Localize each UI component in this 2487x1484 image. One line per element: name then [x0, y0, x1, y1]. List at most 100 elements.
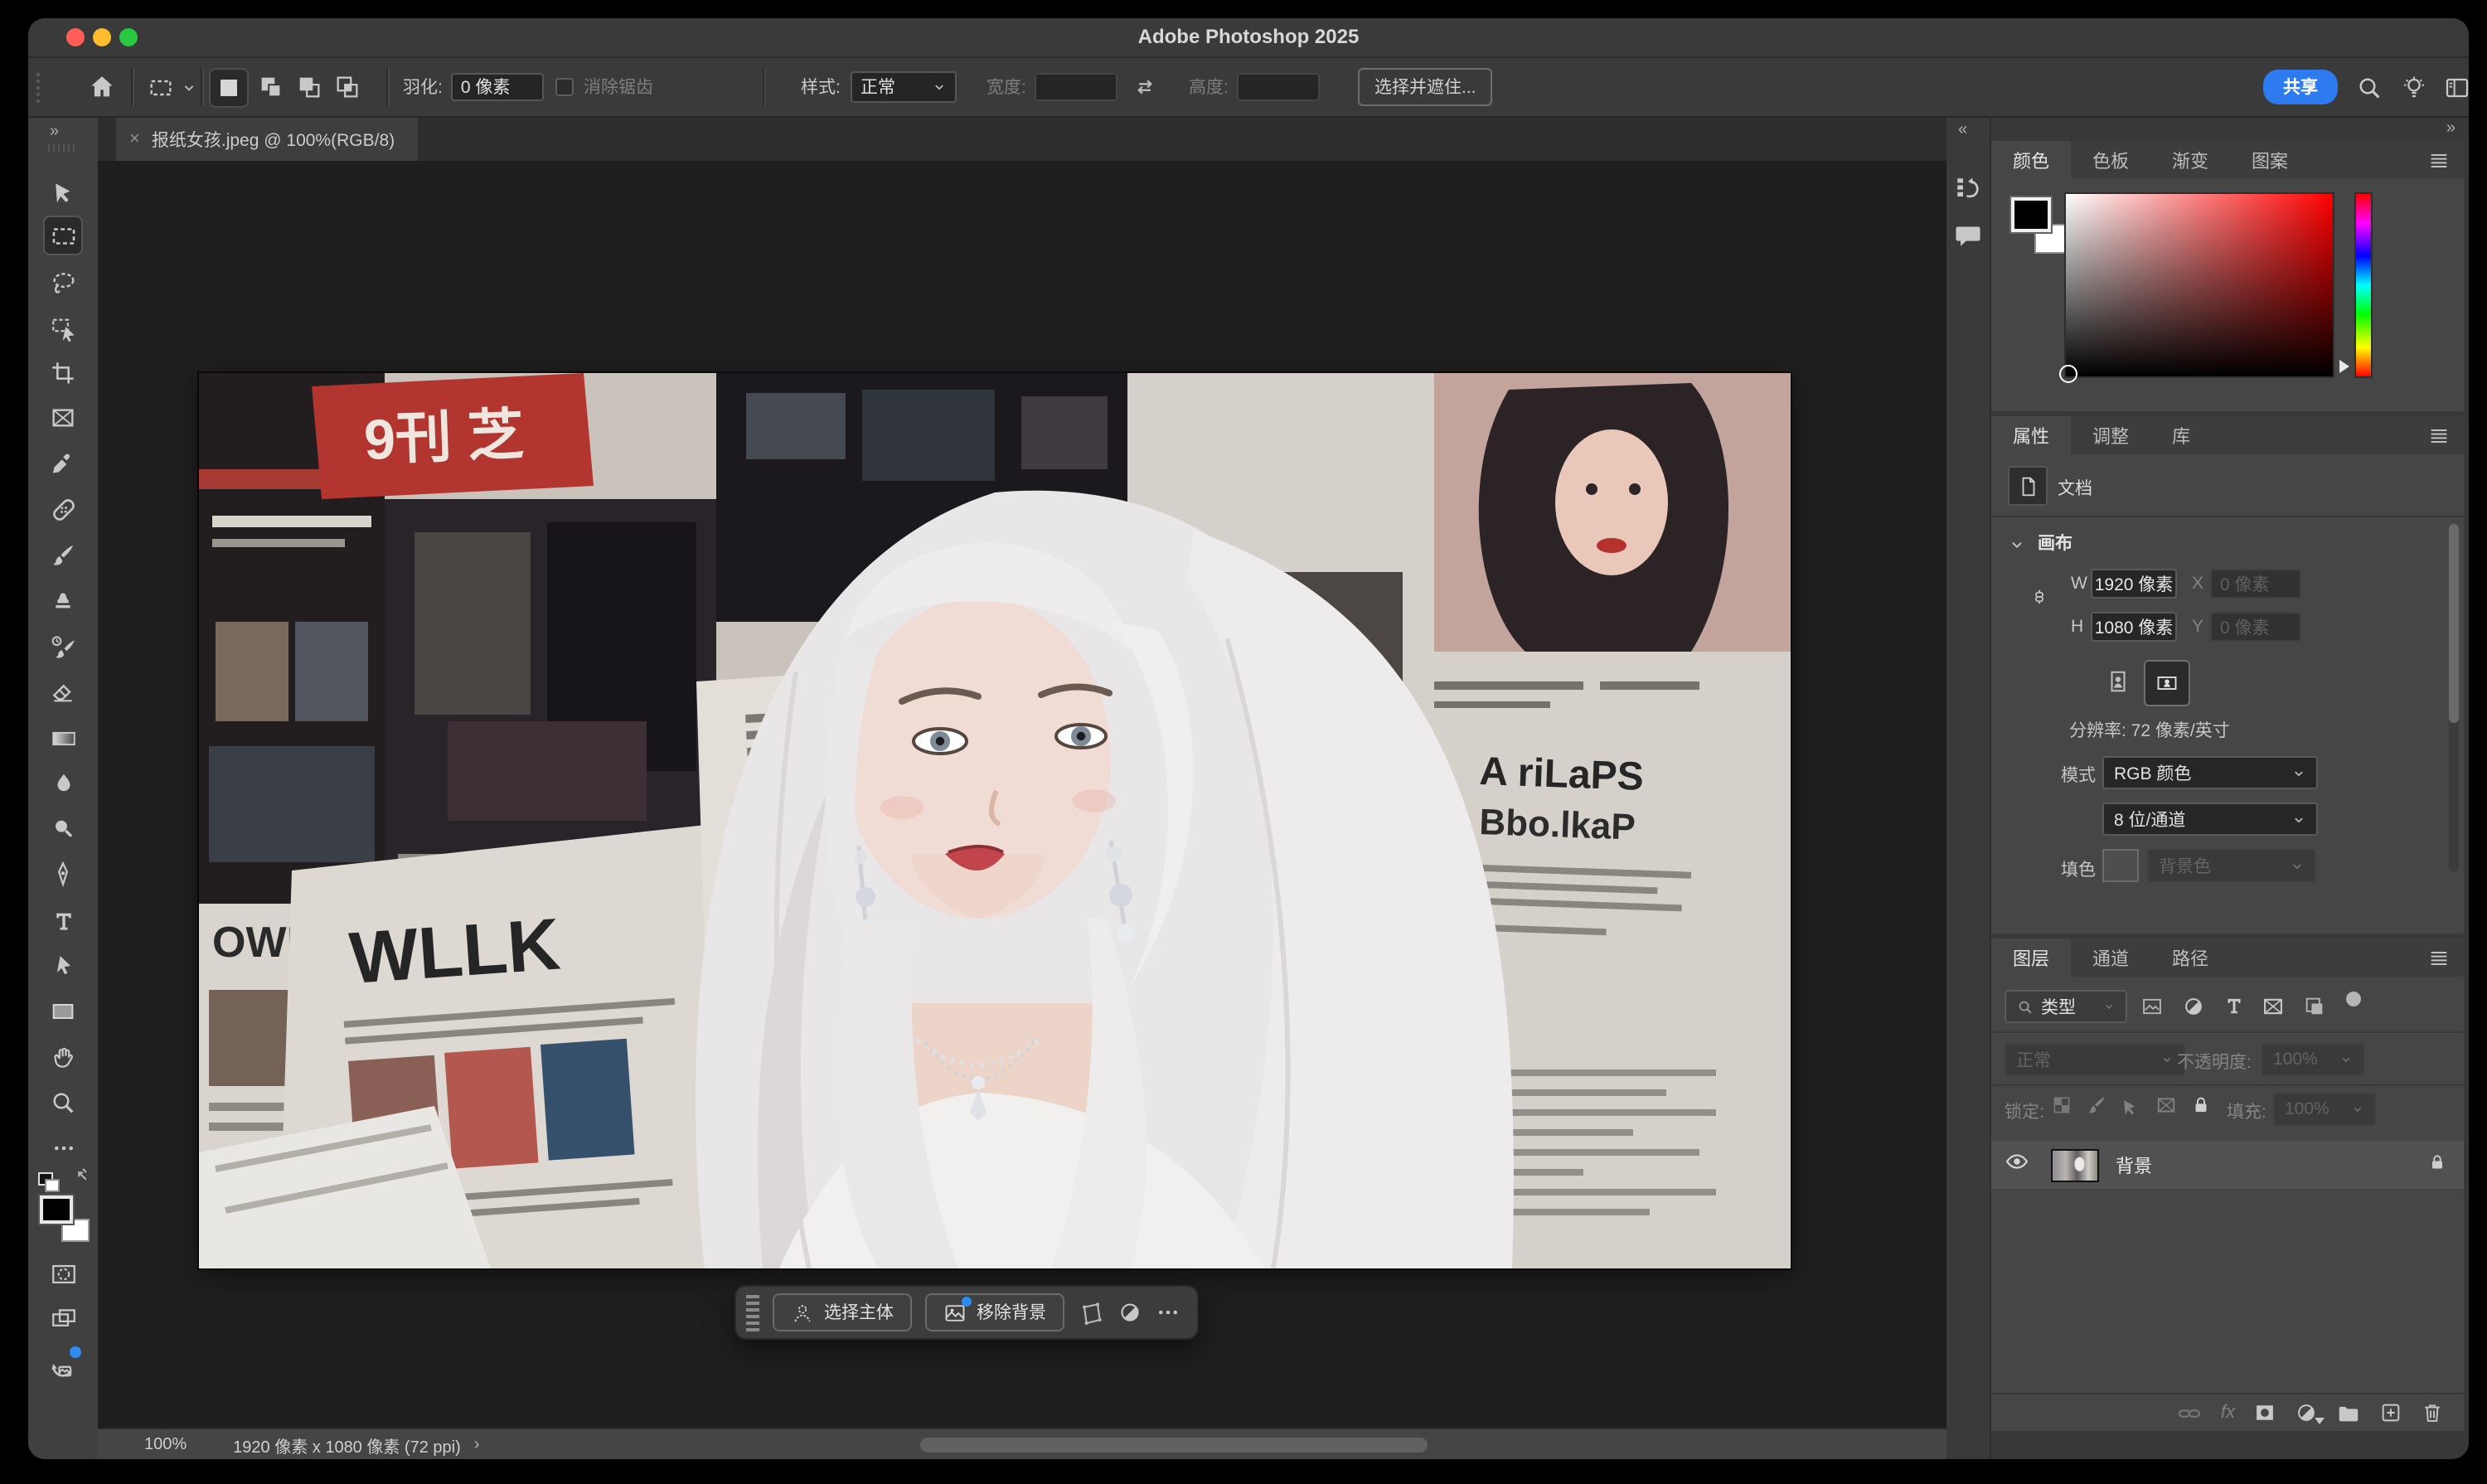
new-group-icon[interactable]: [2336, 1400, 2361, 1425]
style-dropdown[interactable]: 正常: [851, 71, 957, 103]
link-dimensions-icon[interactable]: [2028, 585, 2051, 617]
rotate-view-tool[interactable]: [45, 1348, 81, 1385]
tool-preset-marquee[interactable]: [148, 58, 197, 116]
lock-pixels-icon[interactable]: [2086, 1094, 2107, 1124]
add-layer-mask-icon[interactable]: [2253, 1401, 2276, 1424]
canvas-fill-swatch[interactable]: [2102, 849, 2139, 882]
canvas-x-input[interactable]: 0 像素: [2210, 569, 2301, 599]
healing-brush-tool[interactable]: [45, 491, 81, 527]
canvas-area[interactable]: OWH W 9刊 芝: [98, 161, 1981, 1429]
status-chevron-icon[interactable]: ›: [474, 1435, 480, 1453]
dock-expand-chevrons[interactable]: «: [1958, 121, 1966, 139]
swap-colors-icon[interactable]: [65, 1167, 86, 1197]
filter-type-icon[interactable]: [2223, 995, 2245, 1025]
home-button[interactable]: [88, 58, 116, 116]
eraser-tool[interactable]: [45, 673, 81, 710]
hue-slider-marker[interactable]: [2339, 360, 2349, 373]
lock-artboard-icon[interactable]: [2155, 1094, 2177, 1124]
clone-stamp-tool[interactable]: [45, 582, 81, 618]
history-panel-icon[interactable]: [1953, 174, 1983, 212]
anti-alias-checkbox[interactable]: [555, 78, 574, 96]
search-icon[interactable]: [2356, 58, 2383, 116]
tab-libraries[interactable]: 库: [2150, 416, 2212, 454]
filter-toggle-icon[interactable]: [2346, 992, 2361, 1006]
width-input[interactable]: [1035, 73, 1117, 101]
toolbar-expand-chevrons[interactable]: »: [50, 123, 57, 141]
tab-layers[interactable]: 图层: [1991, 938, 2071, 977]
subtract-from-selection-button[interactable]: [295, 73, 323, 101]
adjustment-icon[interactable]: [1117, 1300, 1142, 1325]
canvas-y-input[interactable]: 0 像素: [2210, 612, 2301, 642]
zoom-level-field[interactable]: 100%: [144, 1435, 187, 1453]
link-layers-icon[interactable]: [2178, 1400, 2203, 1425]
filter-smart-object-icon[interactable]: [2303, 995, 2326, 1026]
workspace-switcher[interactable]: [2444, 58, 2469, 116]
panel-menu-icon[interactable]: [2427, 149, 2451, 181]
lasso-tool[interactable]: [45, 264, 81, 300]
swap-dimensions-button[interactable]: [1132, 58, 1157, 116]
layer-style-fx-icon[interactable]: fx: [2221, 1403, 2235, 1423]
dock-collapse-chevrons[interactable]: »: [2446, 119, 2454, 138]
history-brush-tool[interactable]: [45, 628, 81, 665]
move-tool[interactable]: [45, 172, 81, 209]
canvas-fill-dropdown[interactable]: 背景色: [2147, 849, 2316, 882]
new-selection-button[interactable]: [211, 69, 247, 105]
path-selection-tool[interactable]: [45, 947, 81, 983]
layer-filter-type-dropdown[interactable]: 类型: [2005, 990, 2127, 1023]
hue-slider[interactable]: [2354, 192, 2373, 378]
gradient-tool[interactable]: [45, 720, 81, 756]
tab-paths[interactable]: 路径: [2150, 938, 2230, 977]
color-mode-dropdown[interactable]: RGB 颜色: [2102, 756, 2318, 789]
color-picker-field[interactable]: [2064, 192, 2334, 378]
rectangle-tool[interactable]: [45, 993, 81, 1030]
dodge-tool[interactable]: [45, 811, 81, 847]
orientation-portrait-button[interactable]: [2101, 662, 2134, 701]
tab-gradients[interactable]: 渐变: [2150, 141, 2230, 179]
lock-position-icon[interactable]: [2121, 1094, 2142, 1124]
panel-menu-icon[interactable]: [2427, 424, 2451, 456]
properties-scrollbar-thumb[interactable]: [2449, 524, 2459, 723]
tab-properties[interactable]: 属性: [1991, 416, 2071, 454]
canvas-section-header[interactable]: 画布: [2038, 531, 2072, 555]
horizontal-scrollbar-thumb[interactable]: [920, 1437, 1428, 1452]
discover-lightbulb-icon[interactable]: [2401, 58, 2427, 116]
properties-scrollbar[interactable]: [2449, 524, 2459, 872]
canvas-width-input[interactable]: 1920 像素: [2091, 569, 2177, 599]
height-input[interactable]: [1237, 73, 1320, 101]
brush-tool[interactable]: [45, 537, 81, 574]
lock-transparent-icon[interactable]: [2051, 1094, 2072, 1124]
color-swatches[interactable]: [2011, 197, 2068, 254]
more-options-icon[interactable]: [1156, 1300, 1180, 1325]
select-subject-button[interactable]: 选择主体: [773, 1293, 912, 1331]
eyedropper-tool[interactable]: [45, 446, 81, 483]
bit-depth-dropdown[interactable]: 8 位/通道: [2102, 803, 2318, 836]
orientation-landscape-button[interactable]: [2144, 660, 2190, 706]
opacity-dropdown[interactable]: 100%: [2262, 1043, 2364, 1076]
pen-tool[interactable]: [45, 856, 81, 892]
feather-input[interactable]: 0 像素: [451, 73, 544, 101]
layer-fill-dropdown[interactable]: 100%: [2273, 1093, 2376, 1126]
lock-all-icon[interactable]: [2190, 1094, 2212, 1124]
select-and-mask-button[interactable]: 选择并遮住...: [1358, 68, 1493, 106]
canvas-height-input[interactable]: 1080 像素: [2091, 612, 2177, 642]
new-layer-icon[interactable]: [2379, 1401, 2402, 1424]
tab-swatches[interactable]: 色板: [2071, 141, 2150, 179]
object-selection-tool[interactable]: [45, 308, 81, 345]
new-adjustment-layer-icon[interactable]: [2295, 1401, 2318, 1424]
canvas-section-chevron-icon[interactable]: [2008, 532, 2026, 562]
blend-mode-dropdown[interactable]: 正常: [2005, 1043, 2185, 1076]
edit-toolbar-more[interactable]: [45, 1129, 81, 1166]
share-button[interactable]: 共享: [2263, 70, 2338, 104]
intersect-selection-button[interactable]: [333, 73, 361, 101]
filter-shape-icon[interactable]: [2262, 995, 2285, 1026]
filter-image-icon[interactable]: [2140, 995, 2164, 1026]
crop-tool[interactable]: [45, 355, 81, 391]
taskbar-drag-handle[interactable]: [746, 1294, 759, 1331]
rectangular-marquee-tool[interactable]: [45, 217, 81, 254]
tab-channels[interactable]: 通道: [2071, 938, 2150, 977]
layer-visibility-eye-icon[interactable]: [2005, 1148, 2029, 1181]
layer-thumbnail[interactable]: [2051, 1148, 2099, 1181]
filter-adjustment-icon[interactable]: [2182, 995, 2205, 1026]
close-tab-icon[interactable]: ×: [129, 129, 140, 149]
open-document-image[interactable]: OWH W 9刊 芝: [199, 373, 1791, 1268]
